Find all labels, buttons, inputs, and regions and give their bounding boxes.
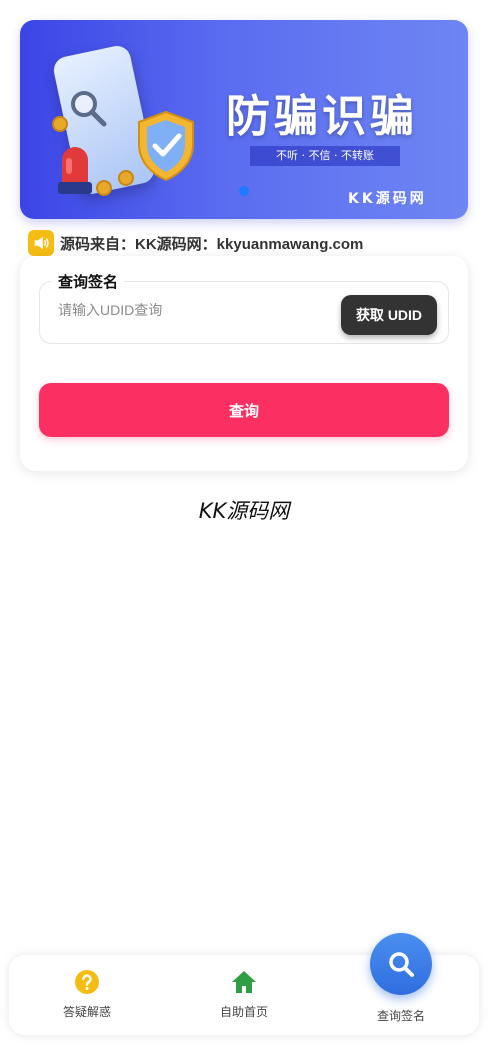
coin-icon bbox=[52, 116, 68, 132]
promo-banner[interactable]: 防骗识骗 不听 · 不信 · 不转账 KK源码网 bbox=[20, 20, 468, 219]
nav-label: 查询签名 bbox=[376, 1009, 425, 1023]
coin-icon bbox=[96, 180, 112, 196]
nav-label: 答疑解惑 bbox=[62, 1005, 111, 1019]
siren-icon bbox=[58, 147, 92, 194]
footer-brand: KK源码网 bbox=[198, 499, 290, 523]
magnifier-icon bbox=[71, 91, 107, 127]
udid-input[interactable] bbox=[58, 302, 318, 318]
carousel-indicator[interactable] bbox=[239, 186, 249, 196]
question-icon bbox=[75, 970, 99, 994]
bottom-nav: 答疑解惑 自助首页 查询签名 bbox=[9, 933, 479, 1035]
banner-subtitle: 不听 · 不信 · 不转账 bbox=[250, 146, 400, 166]
search-icon bbox=[389, 952, 414, 977]
home-icon bbox=[232, 971, 256, 993]
query-card: 查询签名 获取 UDID 查询 bbox=[20, 256, 468, 471]
fieldset-legend: 查询签名 bbox=[52, 271, 125, 292]
notice-text: 源码来自：KK源码网：kkyuanmawang.com bbox=[60, 235, 364, 253]
source-notice: 源码来自：KK源码网：kkyuanmawang.com bbox=[28, 229, 363, 257]
banner-brand: KK源码网 bbox=[348, 191, 427, 207]
nav-item-home[interactable]: 自助首页 bbox=[166, 955, 322, 1035]
nav-label: 自助首页 bbox=[219, 1005, 268, 1019]
banner-headline: 防骗识骗 bbox=[226, 91, 418, 142]
udid-fieldset: 查询签名 获取 UDID bbox=[39, 271, 449, 344]
speaker-icon bbox=[28, 230, 54, 256]
query-button[interactable]: 查询 bbox=[39, 383, 449, 437]
query-signature-fab[interactable] bbox=[370, 933, 432, 995]
shield-check-icon bbox=[138, 110, 194, 182]
nav-item-faq[interactable]: 答疑解惑 bbox=[9, 955, 165, 1035]
coin-icon bbox=[118, 170, 134, 186]
get-udid-button[interactable]: 获取 UDID bbox=[341, 295, 437, 335]
